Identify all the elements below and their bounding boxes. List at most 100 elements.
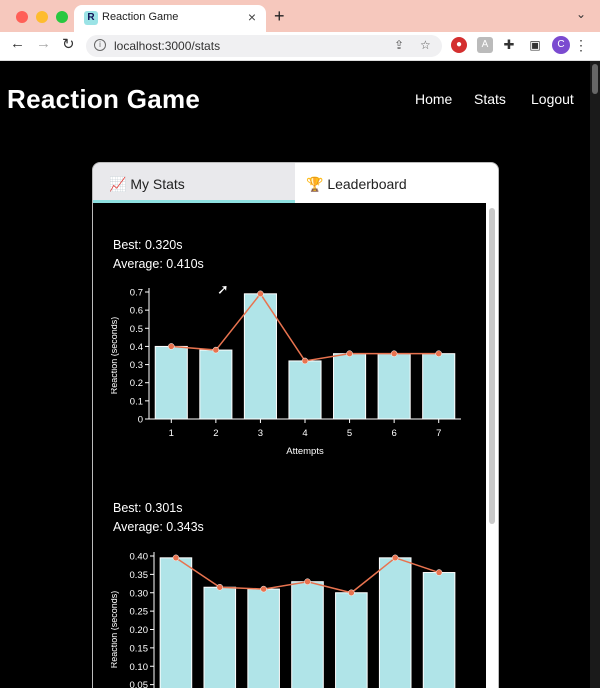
stats-card: 📈 My Stats 🏆 Leaderboard Best: 0.320s Av… — [92, 162, 499, 688]
trend-point — [257, 290, 264, 298]
bar — [243, 293, 277, 420]
y-tick-label: 0.35 — [130, 570, 149, 581]
trend-point — [390, 350, 398, 357]
x-tick-label: 4 — [302, 428, 307, 439]
stats-content: Best: 0.320s Average: 0.410s 0 0.1 0.2 0.3 0… — [93, 203, 498, 688]
browser-tab-bar: R Reaction Game × + ⌄ — [0, 0, 600, 32]
extensions-puzzle-icon[interactable]: ✚ — [501, 37, 517, 53]
mouse-cursor-icon: ➚ — [217, 281, 229, 297]
trend-point — [301, 357, 309, 365]
y-tick-label: 0.4 — [130, 342, 143, 353]
tab-leaderboard-label: 🏆 Leaderboard — [306, 176, 407, 192]
bar — [333, 353, 367, 420]
url-text: localhost:3000/stats — [114, 39, 221, 53]
session-2-average: Average: 0.343s — [113, 520, 204, 534]
y-tick-label: 0.6 — [130, 306, 143, 317]
tab-leaderboard[interactable]: 🏆 Leaderboard — [295, 163, 498, 203]
browser-menu-icon[interactable]: ⋮ — [574, 37, 588, 54]
address-bar[interactable]: i localhost:3000/stats ⇪ ☆ — [86, 35, 442, 57]
x-tick-label: 1 — [169, 428, 174, 439]
y-tick-label: 0.5 — [130, 324, 143, 335]
nav-home-link[interactable]: Home — [415, 91, 452, 107]
x-tick-label: 2 — [213, 428, 218, 439]
back-icon[interactable]: ← — [10, 35, 25, 52]
site-info-icon[interactable]: i — [94, 39, 106, 51]
session-1-best: Best: 0.320s — [113, 238, 183, 252]
bar — [203, 586, 237, 688]
share-icon[interactable]: ⇪ — [394, 38, 404, 52]
bar — [288, 360, 322, 420]
y-tick-label: 0.7 — [130, 288, 143, 299]
page: Reaction Game Home Stats Logout 📈 My Sta… — [0, 61, 590, 688]
close-window-button[interactable] — [16, 11, 28, 23]
stats-tabs: 📈 My Stats 🏆 Leaderboard — [93, 163, 498, 203]
browser-tab[interactable]: R Reaction Game × — [74, 5, 266, 32]
new-tab-icon[interactable]: + — [274, 6, 285, 27]
tab-my-stats-label: 📈 My Stats — [109, 176, 185, 192]
nav-stats-link[interactable]: Stats — [474, 91, 506, 107]
window-controls — [16, 11, 68, 23]
reload-icon[interactable]: ↻ — [62, 35, 75, 53]
sidebar-icon[interactable]: ▣ — [527, 37, 543, 53]
bar — [247, 588, 280, 688]
page-scrollbar[interactable] — [590, 61, 600, 688]
trend-point — [348, 589, 355, 596]
extension-translate-icon[interactable]: A — [477, 37, 493, 53]
trend-point — [172, 554, 180, 562]
trend-point — [212, 346, 220, 354]
tab-close-icon[interactable]: × — [248, 9, 256, 25]
x-tick-label: 5 — [347, 428, 352, 439]
trend-point — [260, 585, 267, 593]
y-tick-label: 0.40 — [130, 552, 149, 563]
trend-point — [168, 343, 175, 350]
bar — [422, 572, 456, 688]
profile-avatar[interactable]: C — [552, 36, 570, 54]
y-tick-label: 0.30 — [130, 588, 149, 599]
session-2-best: Best: 0.301s — [113, 501, 183, 515]
app-title: Reaction Game — [7, 84, 201, 114]
y-axis-label: Reaction (seconds) — [111, 591, 119, 669]
bookmark-star-icon[interactable]: ☆ — [420, 38, 431, 52]
zoom-window-button[interactable] — [56, 11, 68, 23]
bar — [159, 557, 193, 688]
tab-search-icon[interactable]: ⌄ — [576, 7, 586, 21]
x-tick-label: 3 — [258, 428, 263, 439]
trend-point — [216, 583, 224, 591]
card-scrollbar-thumb[interactable] — [489, 208, 495, 524]
page-scrollbar-thumb[interactable] — [592, 64, 598, 94]
tab-my-stats[interactable]: 📈 My Stats — [93, 163, 295, 203]
y-tick-label: 0.25 — [130, 607, 149, 618]
y-tick-label: 0.3 — [130, 360, 143, 371]
x-tick-label: 6 — [391, 428, 396, 439]
extension-shield-icon[interactable]: ● — [451, 37, 467, 53]
forward-icon[interactable]: → — [36, 35, 51, 52]
trend-point — [346, 350, 353, 357]
y-tick-label: 0.15 — [130, 643, 149, 654]
y-tick-label: 0 — [138, 415, 143, 426]
y-tick-label: 0.05 — [130, 680, 149, 688]
y-tick-label: 0.10 — [130, 662, 149, 673]
bar — [335, 592, 368, 688]
bar — [377, 353, 411, 420]
bar — [422, 353, 456, 420]
browser-toolbar: ← → ↻ i localhost:3000/stats ⇪ ☆ ● A ✚ ▣… — [0, 32, 600, 61]
trend-point — [304, 578, 311, 585]
reaction-chart-2: 00.050.100.150.200.250.300.350.40Reactio… — [111, 552, 456, 688]
x-axis-label: Attempts — [286, 446, 324, 457]
card-scrollbar[interactable] — [486, 203, 498, 688]
bar — [154, 345, 188, 420]
tab-title: Reaction Game — [102, 11, 179, 23]
minimize-window-button[interactable] — [36, 11, 48, 23]
x-tick-label: 7 — [436, 428, 441, 439]
reaction-chart-1: 0 0.1 0.2 0.3 0.4 0.5 0.6 0.7 1 2 3 4 5 6 7 Reaction (s… — [111, 288, 461, 457]
trend-point — [435, 350, 442, 357]
nav-logout-link[interactable]: Logout — [531, 91, 574, 107]
trend-point — [435, 569, 443, 576]
favicon-icon: R — [84, 11, 98, 25]
y-tick-label: 0.20 — [130, 625, 149, 636]
y-tick-label: 0.2 — [130, 378, 143, 389]
bar — [378, 557, 412, 688]
trend-point — [391, 554, 399, 562]
y-axis-label: Reaction (seconds) — [111, 317, 119, 395]
bar — [199, 349, 233, 420]
